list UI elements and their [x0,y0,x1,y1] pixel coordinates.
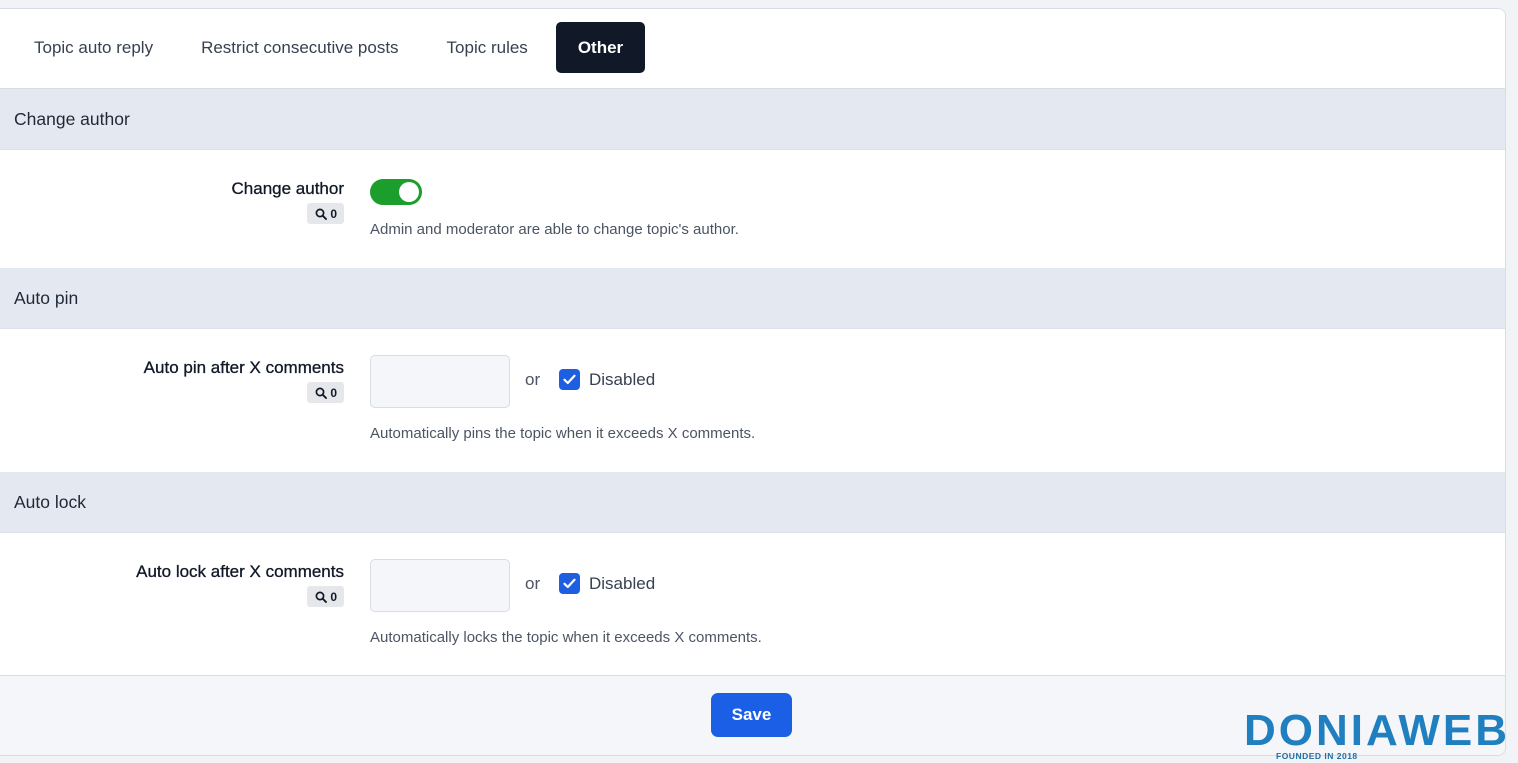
badge-count: 0 [330,385,337,400]
or-text: or [525,574,541,593]
auto-lock-disabled-checkbox[interactable]: Disabled [559,573,655,594]
badge-count: 0 [330,206,337,221]
label-column: Auto lock after X comments 0 [136,562,344,608]
tab-restrict-consecutive-posts[interactable]: Restrict consecutive posts [181,22,418,73]
checkmark-icon [563,374,576,385]
search-count-badge[interactable]: 0 [307,586,344,607]
checkbox-box[interactable] [559,573,580,594]
watermark-logo: DONIAWEB FOUNDED IN 2018 [1244,707,1514,763]
help-text: Admin and moderator are able to change t… [370,221,739,238]
change-author-toggle[interactable] [370,179,422,205]
tab-bar: Topic auto reply Restrict consecutive po… [0,9,1505,89]
save-button[interactable]: Save [711,693,792,737]
section-header-auto-lock: Auto lock [0,472,1505,533]
field-label: Change author [231,179,344,198]
tab-topic-auto-reply[interactable]: Topic auto reply [14,22,173,73]
setting-row-change-author: Change author 0 Admin and moderator are … [0,150,1505,268]
search-count-badge[interactable]: 0 [307,203,344,224]
help-text: Automatically pins the topic when it exc… [370,425,756,442]
label-column: Change author 0 [231,179,344,225]
watermark-brand: DONIAWEB [1244,706,1510,755]
help-text: Automatically locks the topic when it ex… [370,629,762,646]
checkbox-label[interactable]: Disabled [589,370,655,390]
auto-pin-disabled-checkbox[interactable]: Disabled [559,369,655,390]
setting-row-auto-lock: Auto lock after X comments 0 or Disabled… [0,533,1505,676]
section-header-change-author: Change author [0,89,1505,150]
field-label: Auto lock after X comments [136,562,344,581]
section-header-auto-pin: Auto pin [0,268,1505,329]
watermark-tagline: FOUNDED IN 2018 [1276,751,1358,761]
checkbox-box[interactable] [559,369,580,390]
label-column: Auto pin after X comments 0 [144,358,344,404]
setting-row-auto-pin: Auto pin after X comments 0 or Disabled … [0,329,1505,472]
settings-panel: Topic auto reply Restrict consecutive po… [0,8,1506,756]
search-icon [315,387,328,399]
checkbox-label[interactable]: Disabled [589,574,655,594]
toggle-knob [399,182,419,202]
field-label: Auto pin after X comments [143,358,345,377]
auto-lock-count-input[interactable] [370,559,510,612]
or-text: or [525,370,541,389]
badge-count: 0 [330,589,337,604]
checkmark-icon [563,578,576,589]
auto-pin-count-input[interactable] [370,355,510,408]
search-icon [315,208,328,220]
search-count-badge[interactable]: 0 [307,382,344,403]
tab-other[interactable]: Other [555,22,646,73]
tab-topic-rules[interactable]: Topic rules [427,22,548,73]
search-icon [315,591,328,603]
